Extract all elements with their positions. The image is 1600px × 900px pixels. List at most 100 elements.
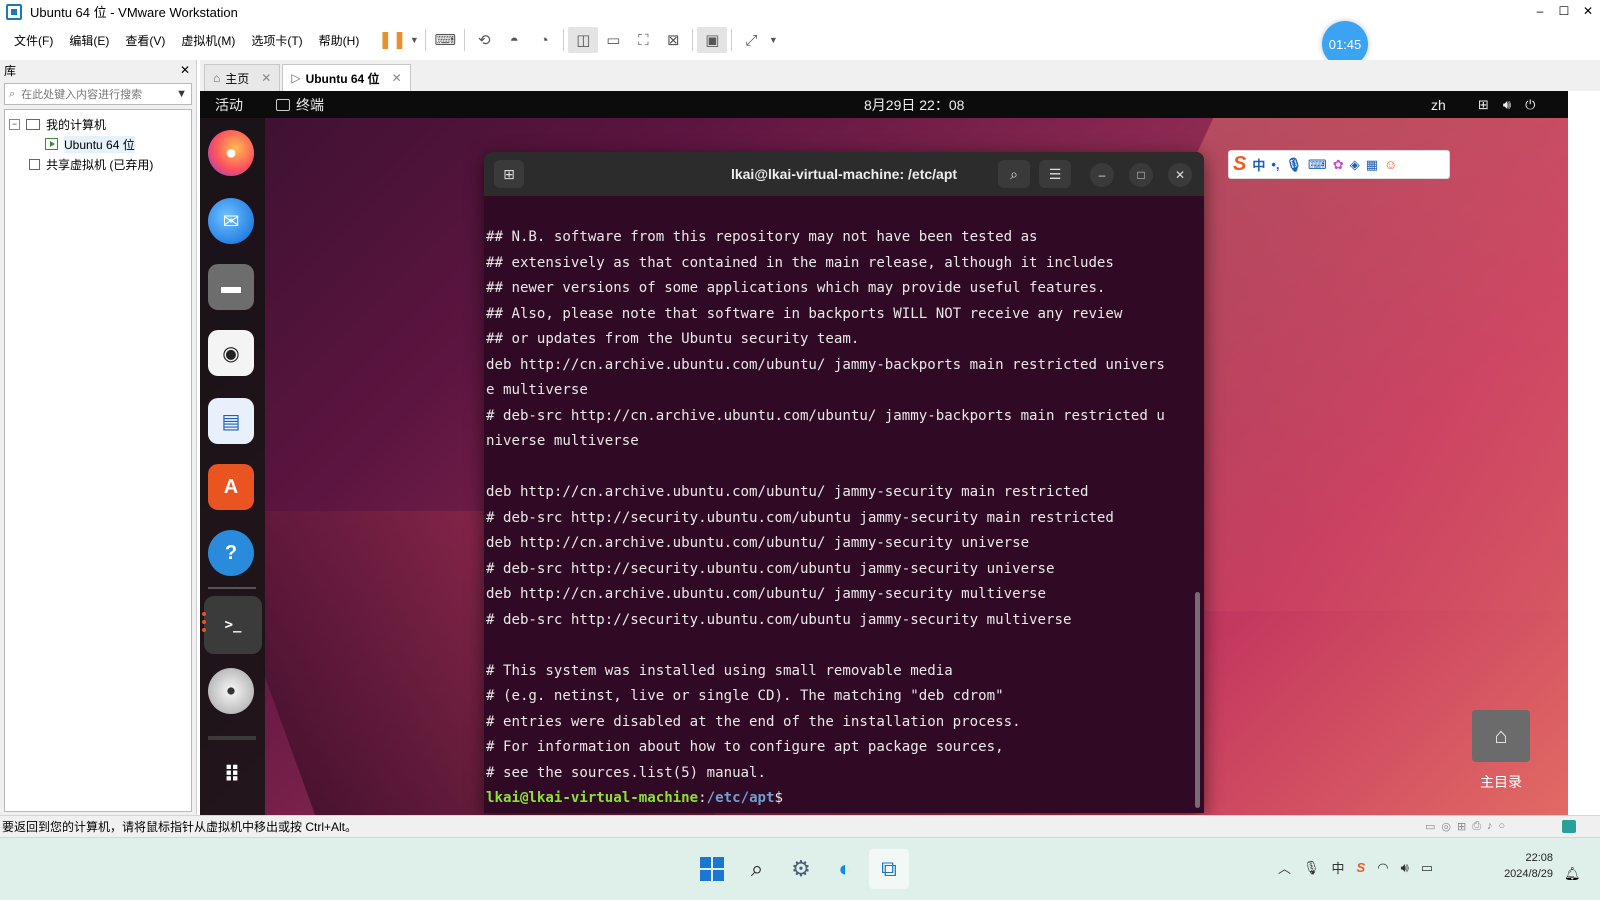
firefox-icon[interactable]: ●: [208, 130, 254, 176]
taskbar-clock[interactable]: 22:08 2024/8/29: [1495, 850, 1553, 882]
menu-vm[interactable]: 虚拟机(M): [173, 32, 243, 49]
vmware-app-icon: [6, 3, 22, 20]
close-tab-icon[interactable]: ✕: [392, 71, 402, 85]
ime-mode-icon[interactable]: 中: [1332, 858, 1345, 877]
chevron-down-icon[interactable]: ▼: [766, 27, 780, 53]
pause-icon[interactable]: ❚❚: [377, 27, 407, 53]
close-window-button[interactable]: ✕: [1576, 0, 1600, 22]
dvd-icon[interactable]: [208, 668, 254, 714]
ime-keyboard-icon[interactable]: ⌨: [1308, 157, 1327, 173]
tree-item-ubuntu[interactable]: Ubuntu 64 位: [9, 134, 187, 154]
edge-icon[interactable]: ◐: [825, 849, 865, 889]
hard-disk-icon[interactable]: ▭: [1425, 820, 1435, 833]
microphone-icon[interactable]: 🎙︎: [1303, 860, 1320, 876]
terminal-scrollbar[interactable]: [1195, 592, 1200, 808]
help-icon[interactable]: ?: [208, 530, 254, 576]
ime-game-icon[interactable]: ◈: [1350, 157, 1360, 173]
menu-file[interactable]: 文件(F): [6, 32, 61, 49]
terminal-line: # deb-src http://security.ubuntu.com/ubu…: [486, 509, 1114, 526]
ubuntu-dock: ● ✉ ▬ ◉ ▤ A ? >_ ⠿: [200, 118, 265, 815]
status-message: 要返回到您的计算机，请将鼠标指针从虚拟机中移出或按 Ctrl+Alt。: [2, 820, 358, 834]
fullscreen-icon[interactable]: ⛶: [628, 27, 658, 53]
unity-icon[interactable]: ⊠: [658, 27, 688, 53]
chevron-up-icon[interactable]: ︿: [1278, 858, 1291, 877]
maximize-icon[interactable]: □: [1129, 163, 1153, 187]
system-menu[interactable]: ⊞ 🔊︎ ⏻: [1478, 97, 1535, 113]
close-library-icon[interactable]: ✕: [180, 63, 190, 77]
console-view-icon[interactable]: ▣: [697, 27, 728, 53]
network-adapter-icon[interactable]: ⊞: [1457, 820, 1466, 833]
hamburger-menu-icon[interactable]: ☰: [1039, 160, 1071, 188]
maximize-window-button[interactable]: ☐: [1552, 0, 1576, 22]
ime-punctuation-icon[interactable]: •,: [1271, 157, 1279, 172]
library-search-field[interactable]: ⌕ 在此处键入内容进行搜索 ▼: [4, 83, 192, 105]
thumbnail-view-icon[interactable]: ▭: [598, 27, 628, 53]
terminal-window[interactable]: ⊞ lkai@lkai-virtual-machine: /etc/apt ⌕ …: [484, 152, 1204, 813]
terminal-line: # deb-src http://security.ubuntu.com/ubu…: [486, 611, 1072, 628]
files-icon[interactable]: ▬: [208, 264, 254, 310]
terminal-prompt[interactable]: lkai@lkai-virtual-machine:/etc/apt$: [486, 786, 1194, 812]
search-icon[interactable]: ⌕: [737, 849, 777, 889]
ime-voice-icon[interactable]: 🎙︎: [1286, 157, 1303, 173]
sogou-tray-icon[interactable]: S: [1357, 860, 1366, 875]
library-view-icon[interactable]: ◫: [568, 27, 599, 53]
tab-label: Ubuntu 64 位: [305, 71, 380, 86]
cd-icon[interactable]: ◎: [1441, 820, 1451, 833]
terminal-app-icon[interactable]: >_: [204, 596, 262, 654]
send-keys-icon[interactable]: ⌨: [430, 27, 460, 53]
printer-icon[interactable]: ⎙: [1472, 820, 1481, 833]
terminal-line: ## N.B. software from this repository ma…: [486, 229, 1038, 245]
close-icon[interactable]: ✕: [1168, 163, 1192, 187]
terminal-output[interactable]: ## N.B. software from this repository ma…: [484, 196, 1194, 813]
volume-icon[interactable]: 🔊︎: [1401, 860, 1409, 876]
usb-icon[interactable]: ○: [1499, 820, 1506, 833]
notification-icon[interactable]: 🔔︎: [1564, 866, 1581, 882]
tree-item-my-computer[interactable]: − 我的计算机: [9, 114, 187, 134]
thunderbird-icon[interactable]: ✉: [208, 198, 254, 244]
settings-icon[interactable]: ⚙: [781, 849, 821, 889]
activities-button[interactable]: 活动: [215, 95, 243, 115]
wifi-icon[interactable]: ◠: [1377, 860, 1388, 876]
minimize-icon[interactable]: –: [1090, 163, 1114, 187]
home-folder-icon[interactable]: ⌂: [1472, 710, 1530, 762]
taskbar-time: 22:08: [1525, 852, 1553, 864]
search-icon[interactable]: ⌕: [998, 160, 1030, 188]
tree-item-shared-vms[interactable]: 共享虚拟机 (已弃用): [9, 154, 187, 174]
stretch-icon[interactable]: ⤢: [736, 27, 766, 53]
chevron-down-icon[interactable]: ▼: [176, 88, 187, 100]
chevron-down-icon[interactable]: ▼: [407, 27, 421, 53]
vmware-taskbar-icon[interactable]: ⧉: [869, 849, 909, 889]
new-tab-icon[interactable]: ⊞: [494, 160, 524, 188]
snapshot-icon[interactable]: ⟲: [469, 27, 499, 53]
start-icon[interactable]: [692, 849, 732, 889]
home-folder-label[interactable]: 主目录: [1470, 772, 1532, 792]
menu-view[interactable]: 查看(V): [117, 32, 173, 49]
rhythmbox-icon[interactable]: ◉: [208, 330, 254, 376]
message-log-icon[interactable]: [1562, 820, 1576, 833]
libreoffice-writer-icon[interactable]: ▤: [208, 398, 254, 444]
sogou-ime-toolbar[interactable]: S 中 •, 🎙︎ ⌨ ✿ ◈ ▦ ☺: [1228, 150, 1450, 179]
vm-display[interactable]: 活动 终端 8月29日 22：08 zh ⊞ 🔊︎ ⏻ ● ✉ ▬ ◉ ▤ A …: [200, 91, 1568, 815]
sound-card-icon[interactable]: ♪: [1487, 820, 1493, 833]
revert-snapshot-icon[interactable]: ◓: [499, 27, 529, 53]
ime-chinese-mode-icon[interactable]: 中: [1252, 155, 1265, 174]
minimize-window-button[interactable]: –: [1528, 0, 1552, 22]
collapse-icon[interactable]: −: [9, 118, 20, 130]
app-menu[interactable]: 终端: [276, 95, 324, 115]
menu-help[interactable]: 帮助(H): [311, 32, 368, 49]
close-tab-icon[interactable]: ✕: [261, 71, 271, 85]
tab-ubuntu[interactable]: ▷ Ubuntu 64 位 ✕: [282, 64, 411, 91]
battery-icon[interactable]: ▭: [1421, 860, 1433, 876]
menu-edit[interactable]: 编辑(E): [61, 32, 117, 49]
snapshot-manager-icon[interactable]: ◔: [529, 27, 559, 53]
app-center-icon[interactable]: A: [208, 464, 254, 510]
clock[interactable]: 8月29日 22：08: [864, 95, 964, 115]
menu-tabs[interactable]: 选项卡(T): [243, 32, 310, 49]
show-apps-icon[interactable]: ⠿: [208, 752, 254, 798]
tab-home[interactable]: ⌂ 主页 ✕: [204, 64, 281, 91]
ime-toolbox-icon[interactable]: ▦: [1366, 157, 1378, 173]
ime-skin-icon[interactable]: ✿: [1333, 157, 1344, 173]
ime-avatar-icon[interactable]: ☺: [1384, 157, 1397, 172]
input-language[interactable]: zh: [1431, 97, 1446, 113]
terminal-line: ## newer versions of some applications w…: [486, 280, 1106, 296]
